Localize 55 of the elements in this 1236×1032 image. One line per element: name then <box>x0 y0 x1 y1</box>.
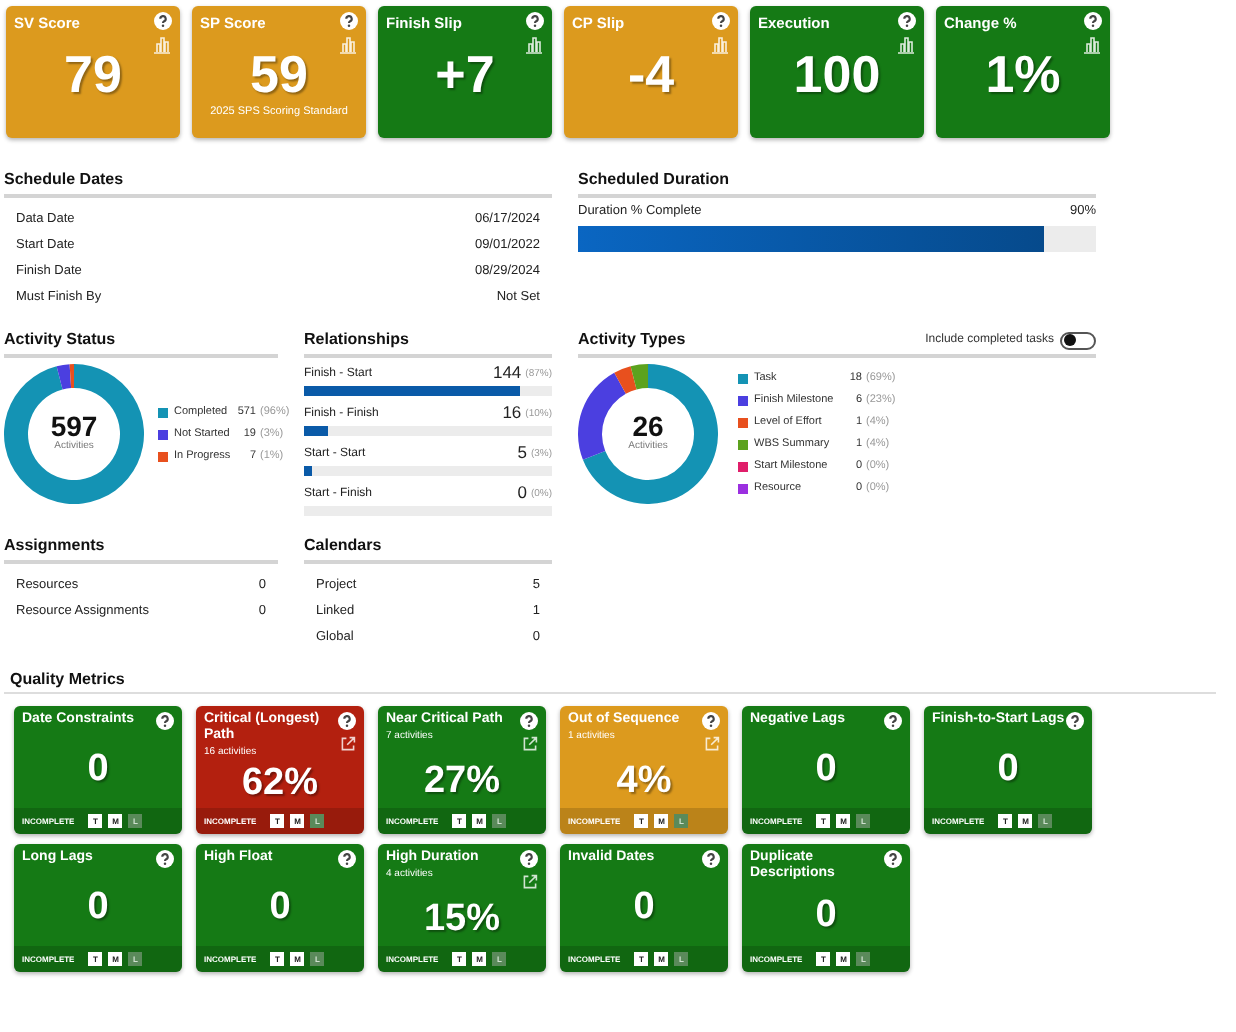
help-icon[interactable] <box>156 850 174 868</box>
card-value: 4% <box>616 761 672 799</box>
external-link-icon[interactable] <box>522 874 538 890</box>
help-icon[interactable] <box>1084 12 1102 30</box>
card-value: 0 <box>87 750 109 788</box>
help-icon[interactable] <box>520 850 538 868</box>
bar-chart-icon[interactable] <box>896 34 916 55</box>
section-title: Scheduled Duration <box>578 170 730 188</box>
relationship-count: 5 <box>517 444 527 462</box>
card-value: 100 <box>793 48 881 101</box>
help-icon[interactable] <box>338 850 356 868</box>
section-title: Assignments <box>4 536 105 554</box>
card-value: 79 <box>64 48 122 101</box>
card-value: 15% <box>423 899 501 937</box>
help-icon[interactable] <box>702 850 720 868</box>
help-icon[interactable] <box>898 12 916 30</box>
help-icon[interactable] <box>884 850 902 868</box>
help-icon[interactable] <box>340 12 358 30</box>
card-value: 59 <box>250 48 308 101</box>
card-value: +7 <box>435 48 495 101</box>
card-value: 0 <box>87 888 109 926</box>
bar-chart-icon[interactable] <box>1082 34 1102 55</box>
external-link-icon[interactable] <box>340 736 356 752</box>
section-title: Relationships <box>304 330 409 348</box>
card-value: 62% <box>241 764 319 802</box>
bar-chart-icon[interactable] <box>524 34 544 55</box>
donut-total: 597 <box>50 412 98 441</box>
toggle-switch[interactable] <box>1060 331 1096 349</box>
card-value: 0 <box>633 888 655 926</box>
help-icon[interactable] <box>526 12 544 30</box>
card-value: 27% <box>423 761 501 799</box>
card-value: 0 <box>269 888 291 926</box>
help-icon[interactable] <box>338 712 356 730</box>
relationship-count: 16 <box>502 404 522 422</box>
help-icon[interactable] <box>1066 712 1084 730</box>
section-title: Activity Status <box>4 330 116 348</box>
help-icon[interactable] <box>154 12 172 30</box>
help-icon[interactable] <box>712 12 730 30</box>
card-value: 0 <box>815 895 837 933</box>
help-icon[interactable] <box>520 712 538 730</box>
relationship-count: 144 <box>492 364 522 382</box>
card-value: -4 <box>627 48 675 101</box>
relationship-count: 0 <box>517 484 527 502</box>
donut-total: 26 <box>632 412 664 441</box>
section-title: Quality Metrics <box>8 670 125 688</box>
help-icon[interactable] <box>884 712 902 730</box>
card-value: 0 <box>815 750 837 788</box>
help-icon[interactable] <box>156 712 174 730</box>
section-title: Activity Types <box>578 330 686 350</box>
help-icon[interactable] <box>702 712 720 730</box>
external-link-icon[interactable] <box>522 736 538 752</box>
card-value: 0 <box>997 750 1019 788</box>
card-value: 1% <box>985 48 1061 101</box>
section-title: Schedule Dates <box>4 170 124 188</box>
section-title: Calendars <box>304 536 382 554</box>
